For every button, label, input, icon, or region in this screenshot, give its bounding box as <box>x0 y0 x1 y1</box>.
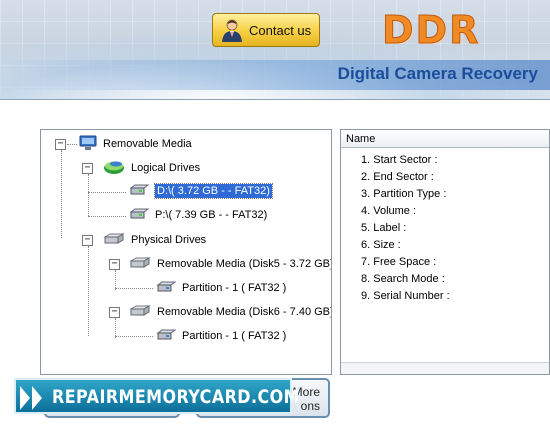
tree-node-removable-media[interactable]: Removable Media <box>79 135 192 153</box>
header: Contact us DDR Digital Camera Recovery <box>0 0 550 100</box>
column-header-name[interactable]: Name <box>341 130 549 148</box>
tree-label: P:\( 7.39 GB - - FAT32) <box>155 209 268 221</box>
tree-label: Partition - 1 ( FAT32 ) <box>182 330 287 342</box>
grid-row: 4. Volume : <box>361 205 417 217</box>
chevron-right-icon <box>20 386 30 410</box>
tree-node-logical-drives[interactable]: Logical Drives <box>103 159 200 177</box>
tree-node-drive-d[interactable]: D:\( 3.72 GB - - FAT32) <box>129 182 273 200</box>
tree-label: Logical Drives <box>131 162 201 174</box>
tree-connector <box>115 270 116 290</box>
grid-row: 7. Free Space : <box>361 256 437 268</box>
collapse-toggle[interactable]: − <box>109 307 120 318</box>
tree-label-selected: D:\( 3.72 GB - - FAT32) <box>154 183 273 199</box>
computer-icon <box>79 135 97 154</box>
main-content: − Removable Media − Logical Drives D:\(… <box>0 100 550 424</box>
hard-disk-icon <box>103 232 125 248</box>
tree-connector <box>115 336 153 337</box>
collapse-toggle[interactable]: − <box>109 259 120 270</box>
collapse-toggle[interactable]: − <box>82 163 93 174</box>
contact-us-label: Contact us <box>249 22 312 38</box>
hard-disk-icon <box>129 256 151 272</box>
hard-disk-icon <box>129 304 151 320</box>
collapse-toggle[interactable]: − <box>82 235 93 246</box>
product-title: Digital Camera Recovery <box>337 64 538 83</box>
drive-tree-panel[interactable]: − Removable Media − Logical Drives D:\(… <box>40 129 332 375</box>
tree-label: Removable Media (Disk6 - 7.40 GB) <box>157 306 332 318</box>
ddr-logo: DDR <box>381 8 481 53</box>
tree-label: Partition - 1 ( FAT32 ) <box>182 282 287 294</box>
partition-icon <box>156 329 177 344</box>
tree-connector <box>115 288 153 289</box>
chevron-right-icon <box>32 386 42 410</box>
tree-connector <box>88 246 89 336</box>
tree-connector <box>61 150 62 238</box>
grid-row: 3. Partition Type : <box>361 188 447 200</box>
tree-node-disk5-partition[interactable]: Partition - 1 ( FAT32 ) <box>156 279 286 297</box>
tree-connector <box>115 318 116 338</box>
horizontal-scrollbar[interactable] <box>341 362 549 374</box>
tree-label: Removable Media (Disk5 - 3.72 GB) <box>157 258 332 270</box>
tree-label: Removable Media <box>103 138 192 150</box>
tree-connector <box>88 216 126 217</box>
tree-node-disk5[interactable]: Removable Media (Disk5 - 3.72 GB) <box>129 255 332 273</box>
drive-icon <box>129 208 150 223</box>
tree-connector <box>88 192 126 193</box>
tree-node-physical-drives[interactable]: Physical Drives <box>103 231 206 249</box>
tree-node-disk6-partition[interactable]: Partition - 1 ( FAT32 ) <box>156 327 286 345</box>
contact-us-button[interactable]: Contact us <box>212 13 320 47</box>
properties-grid-panel[interactable]: Name 1. Start Sector : 2. End Sector : 3… <box>340 129 550 375</box>
collapse-toggle[interactable]: − <box>55 139 66 150</box>
tree-connector <box>88 174 89 216</box>
tree-node-disk6[interactable]: Removable Media (Disk6 - 7.40 GB) <box>129 303 332 321</box>
tree-label: Physical Drives <box>131 234 207 246</box>
grid-row: 1. Start Sector : <box>361 154 438 166</box>
grid-row: 2. End Sector : <box>361 171 434 183</box>
grid-row: 8. Search Mode : <box>361 273 445 285</box>
tree-connector <box>67 144 77 145</box>
drive-icon <box>129 184 150 199</box>
grid-row: 5. Label : <box>361 222 407 234</box>
logical-drives-icon <box>103 159 125 178</box>
person-icon <box>219 17 245 43</box>
tree-node-drive-p[interactable]: P:\( 7.39 GB - - FAT32) <box>129 206 267 224</box>
website-banner: REPAIRMEMORYCARD.COM <box>14 378 299 414</box>
grid-row: 9. Serial Number : <box>361 290 450 302</box>
grid-row: 6. Size : <box>361 239 401 251</box>
banner-text: REPAIRMEMORYCARD.COM <box>52 386 300 408</box>
partition-icon <box>156 281 177 296</box>
